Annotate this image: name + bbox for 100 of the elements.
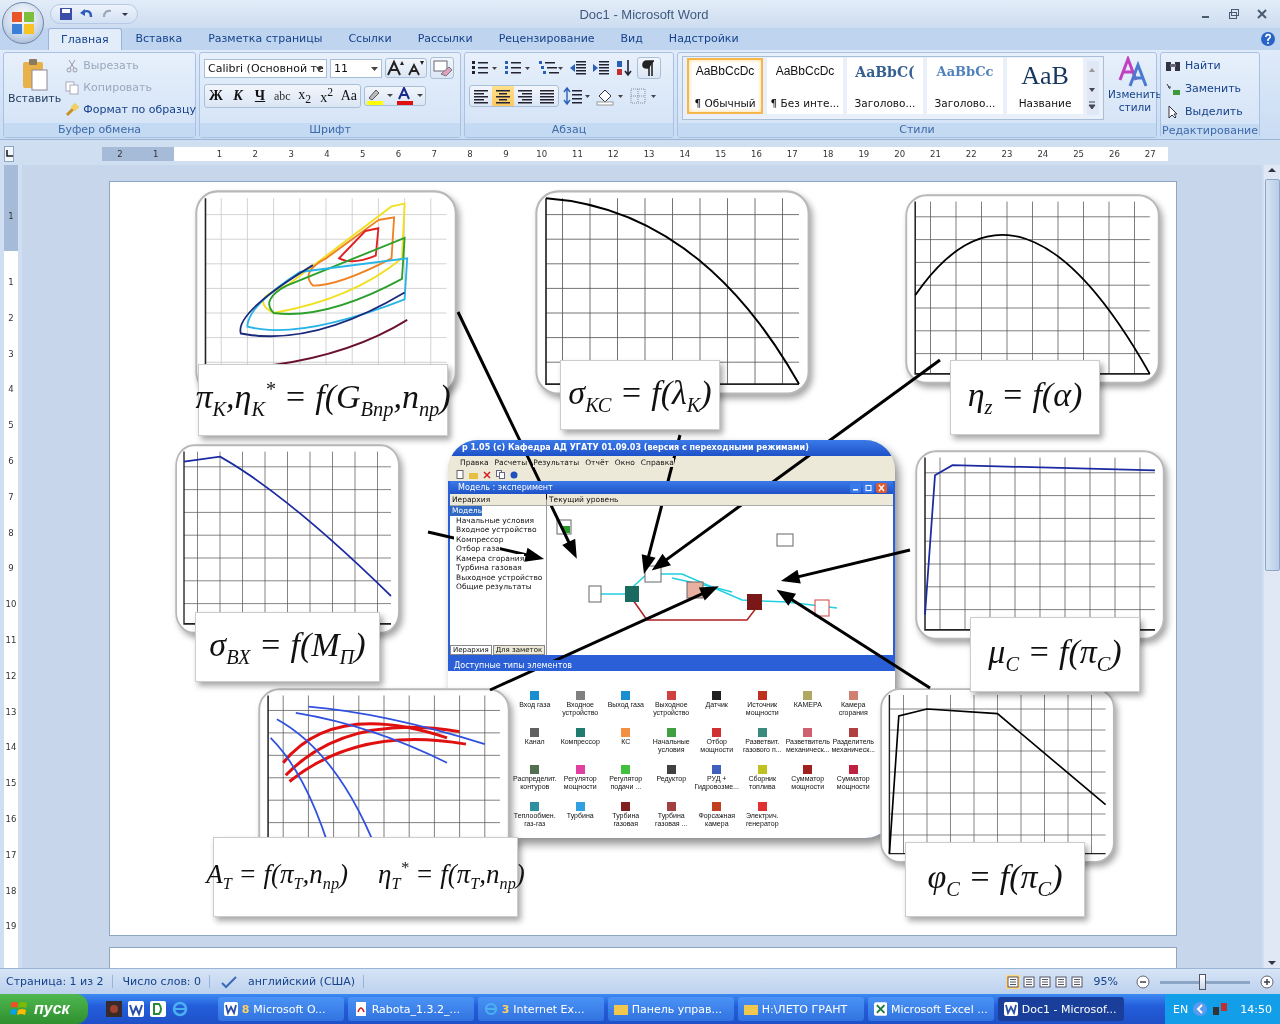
ribbon-tab[interactable]: Ссылки	[336, 28, 404, 50]
font-color-icon[interactable]	[395, 87, 425, 105]
taskbar-button[interactable]: 8 Microsoft O...	[217, 997, 344, 1021]
app-icon[interactable]	[105, 1001, 122, 1017]
caret-icon[interactable]	[316, 66, 323, 72]
ruler-number: 19	[857, 149, 871, 159]
language-indicator[interactable]: английский (США)	[248, 975, 365, 988]
style-item[interactable]: AaBbCcDc ¶ Без инте...	[767, 58, 843, 114]
help-icon[interactable]	[510, 470, 518, 479]
restore-icon[interactable]	[1228, 8, 1240, 20]
maximize-icon[interactable]	[863, 482, 874, 493]
indent-icon[interactable]	[591, 58, 611, 78]
ruler-number: 7	[7, 490, 15, 504]
outdent-icon[interactable]	[568, 58, 588, 78]
page-count[interactable]: Страница: 1 из 2	[6, 975, 113, 988]
ruler-number: 4	[323, 149, 331, 159]
vertical-scrollbar[interactable]	[1264, 165, 1280, 968]
caret-icon[interactable]	[121, 10, 129, 18]
ribbon-tab[interactable]: Надстройки	[656, 28, 751, 50]
word-icon[interactable]	[127, 1001, 144, 1017]
format-button[interactable]: x$_{2}$	[293, 85, 316, 107]
ruler-number: 8	[466, 149, 474, 159]
help-icon[interactable]	[1260, 31, 1276, 47]
editing-button[interactable]: Заменить	[1165, 79, 1255, 98]
taskbar-button[interactable]: 3 Internet Ex...	[477, 997, 604, 1021]
save-icon[interactable]	[59, 7, 73, 21]
ribbon-tab[interactable]: Разметка страницы	[196, 28, 335, 50]
copy-icon[interactable]	[496, 470, 505, 479]
ruler-number: 4	[7, 383, 15, 397]
ruler-number: 22	[964, 149, 978, 159]
style-item[interactable]: AaBbC( Заголово...	[847, 58, 923, 114]
taskbar-button[interactable]: Rabota_1.3.2_...	[347, 997, 474, 1021]
ribbon-tab[interactable]: Рассылки	[405, 28, 485, 50]
line-spacing-icon[interactable]	[562, 86, 592, 106]
formula: φ$_{C}$ = f(π$_{C}$)	[927, 858, 1063, 901]
change-styles-button[interactable]: Изменить стили	[1108, 56, 1162, 120]
style-item[interactable]: AaB Название	[1007, 58, 1083, 114]
taskbar-button[interactable]: Microsoft Excel ...	[867, 997, 994, 1021]
font-size-field[interactable]: 11	[330, 58, 382, 78]
zoom-in-icon[interactable]	[1260, 974, 1274, 989]
format-button[interactable]: x$^{2}$	[315, 85, 338, 107]
group-label: Абзац	[465, 123, 673, 137]
style-item[interactable]: AaBbCcDc ¶ Обычный	[687, 58, 763, 114]
style-item[interactable]: AaBbCc Заголово...	[927, 58, 1003, 114]
taskbar-button[interactable]: Doc1 - Microsof...	[997, 997, 1124, 1021]
format-button[interactable]: Ч	[249, 85, 271, 107]
zoom-out-icon[interactable]	[1136, 974, 1150, 989]
gallery-scroll[interactable]	[1087, 61, 1099, 115]
chevron-icon[interactable]	[1192, 1001, 1209, 1017]
window-title: Doc1 - Microsoft Word	[578, 6, 710, 22]
close-icon[interactable]	[1256, 8, 1268, 20]
zoom-thumb[interactable]	[1199, 973, 1207, 990]
format-button[interactable]: Aa	[337, 85, 360, 107]
paste-button[interactable]: Вставить	[8, 56, 62, 120]
ribbon-tab[interactable]: Рецензирование	[486, 28, 607, 50]
document-icon[interactable]	[456, 470, 464, 479]
scroll-thumb[interactable]	[1264, 179, 1280, 571]
browser-icon[interactable]	[171, 1001, 188, 1017]
ruler-number: 25	[1072, 149, 1086, 159]
view-icon[interactable]	[1053, 974, 1068, 989]
taskbar-button[interactable]: H:\ЛЕТО ГРАНТ	[737, 997, 864, 1021]
word-count[interactable]: Число слов: 0	[122, 975, 211, 988]
format-button[interactable]: К	[227, 85, 249, 107]
document-icon[interactable]	[149, 1001, 166, 1017]
taskbar-button[interactable]: Панель управ...	[607, 997, 734, 1021]
view-icon[interactable]	[1021, 974, 1036, 989]
ribbon-tab[interactable]: Главная	[48, 28, 122, 50]
office-button[interactable]	[2, 2, 44, 44]
align-icon[interactable]	[492, 86, 514, 106]
pdf-icon	[353, 1002, 368, 1016]
ruler-number: 20	[893, 149, 907, 159]
editing-button[interactable]: Найти	[1165, 56, 1255, 75]
minimize-icon[interactable]	[850, 482, 861, 493]
shrink-font-icon[interactable]	[406, 59, 426, 77]
proofing-icon[interactable]	[220, 974, 239, 989]
view-icon[interactable]	[1037, 974, 1052, 989]
view-icon[interactable]	[1069, 974, 1084, 989]
sort-icon[interactable]	[614, 58, 634, 78]
format-button[interactable]: abc	[271, 85, 294, 107]
horizontal-ruler[interactable]: 2 1 1 2 3 4 5 6 7 8 9 10 11 12 13 14 15 16 17 18 19 20 21 22 23 24 25 26 27	[102, 147, 1168, 161]
network-icon[interactable]	[1212, 1001, 1229, 1017]
view-icon[interactable]	[1005, 974, 1020, 989]
editing-button[interactable]: Выделить	[1165, 102, 1255, 121]
ribbon-tab[interactable]: Вид	[608, 28, 655, 50]
close-icon[interactable]	[876, 482, 887, 493]
highlighter-icon[interactable]	[365, 87, 395, 105]
pilcrow-icon[interactable]	[637, 57, 661, 79]
vertical-ruler[interactable]: 1 1 2 3 4 5 6 7 8 9 10 11 12 13 14 15 16 17 18 19	[4, 165, 18, 968]
grow-font-icon[interactable]	[386, 59, 406, 77]
zoom-level[interactable]: 95%	[1093, 975, 1126, 988]
caret-icon[interactable]	[371, 66, 378, 72]
ribbon-tab[interactable]: Вставка	[123, 28, 195, 50]
ruler-number: 18	[5, 884, 17, 898]
clear-format-icon[interactable]	[430, 57, 454, 79]
ruler-number: 11	[5, 633, 17, 647]
format-button[interactable]: Ж	[205, 85, 227, 107]
tab-selector[interactable]	[4, 146, 14, 162]
formula: σ$_{КС}$ = f(λ$_{К}$)	[568, 373, 712, 417]
delete-icon[interactable]	[483, 470, 491, 479]
clipboard-action[interactable]: Формат по образцу	[65, 100, 196, 119]
